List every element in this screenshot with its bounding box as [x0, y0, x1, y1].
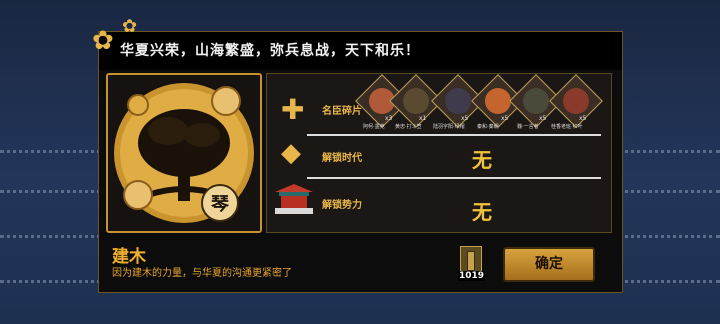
fragments-label: 名臣碎片	[322, 106, 362, 117]
portrait-name: 黄忠·打斗笠	[395, 124, 422, 130]
faction-value: 无	[472, 200, 492, 224]
diamond-icon: ◆	[281, 138, 301, 168]
portrait-count: x5	[579, 115, 587, 122]
palace-icon	[275, 184, 313, 214]
portrait-name: 魏·一言者	[517, 124, 539, 130]
portrait-count: x5	[501, 115, 509, 122]
confirm-button[interactable]: 确定	[503, 247, 595, 282]
dialog-title: 华夏兴荣，山海繁盛，弥兵息战，天下和乐！	[120, 43, 420, 59]
portrait-count: x1	[419, 115, 427, 122]
portrait-count: x5	[539, 115, 547, 122]
reward-list: ✚ 名臣碎片 x3 阿柯·墨苑 x1 黄忠·打斗笠 x5 陆羽字阳·绿帽 x5 …	[266, 73, 612, 233]
portrait-name: 桂香老班·红叶	[551, 124, 583, 130]
item-count: 1019	[458, 271, 486, 281]
tree-emblem: 琴	[106, 73, 262, 233]
item-description: 因为建木的力量，与华夏的沟通更紧密了	[112, 268, 292, 279]
row-divider	[307, 134, 601, 136]
faction-label: 解锁势力	[322, 200, 362, 211]
scroll-shape	[467, 251, 475, 271]
flower-icon: ✿	[92, 26, 114, 56]
portrait-name: 阿柯·墨苑	[363, 124, 385, 130]
era-value: 无	[472, 148, 492, 172]
portrait-name: 秦和·秦朝	[477, 124, 499, 130]
portrait-count: x5	[461, 115, 469, 122]
era-label: 解锁时代	[322, 153, 362, 164]
portrait-name: 陆羽字阳·绿帽	[433, 124, 465, 130]
tree-emblem-art	[108, 75, 260, 231]
puzzle-icon: ✚	[281, 93, 305, 126]
portrait-card[interactable]	[549, 74, 603, 128]
seal-glyph: 琴	[211, 194, 229, 215]
portrait-count: x3	[385, 115, 393, 122]
flower-icon: ✿	[122, 16, 138, 37]
row-divider	[307, 177, 601, 179]
